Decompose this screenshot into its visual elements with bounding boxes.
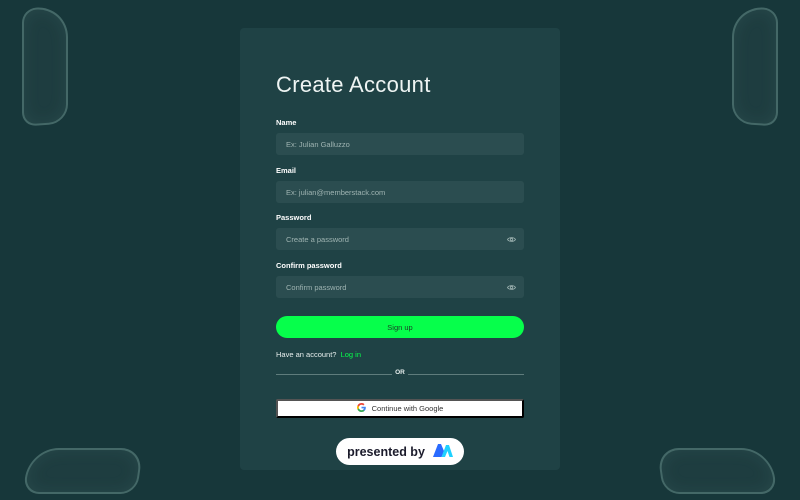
decorative-shape-top-left <box>22 5 68 127</box>
confirm-password-placeholder: Confirm password <box>286 282 347 292</box>
presented-by-text: presented by <box>347 444 425 459</box>
google-button-label: Continue with Google <box>371 404 444 413</box>
continue-with-google-button[interactable]: Continue with Google <box>276 399 524 418</box>
decorative-shape-bottom-left <box>22 448 144 494</box>
confirm-password-label: Confirm password <box>276 261 342 270</box>
memberstack-logo-icon <box>432 443 453 460</box>
password-label: Password <box>276 213 312 222</box>
decorative-shape-bottom-right <box>656 448 778 494</box>
decorative-shape-top-right <box>732 5 778 127</box>
signup-card: Create Account Name Ex: Julian Galluzzo … <box>240 28 560 470</box>
divider-line-right <box>408 374 524 375</box>
presented-by-badge[interactable]: presented by <box>336 438 464 465</box>
name-label: Name <box>276 118 297 127</box>
divider-line-left <box>276 374 392 375</box>
eye-icon[interactable] <box>506 234 516 244</box>
email-placeholder: Ex: julian@memberstack.com <box>286 187 386 197</box>
name-field[interactable]: Ex: Julian Galluzzo <box>276 133 524 155</box>
eye-icon[interactable] <box>506 282 516 292</box>
password-field[interactable]: Create a password <box>276 228 524 250</box>
form-title: Create Account <box>276 72 431 97</box>
login-link[interactable]: Log in <box>341 350 361 359</box>
confirm-password-field[interactable]: Confirm password <box>276 276 524 298</box>
email-label: Email <box>276 166 297 175</box>
or-text: OR <box>395 369 405 376</box>
or-divider: OR <box>276 369 524 379</box>
have-account-row: Have an account? Log in <box>276 350 361 359</box>
have-account-text: Have an account? <box>276 350 337 359</box>
google-icon <box>356 403 366 414</box>
password-placeholder: Create a password <box>286 234 349 244</box>
email-field[interactable]: Ex: julian@memberstack.com <box>276 181 524 203</box>
signup-button[interactable]: Sign up <box>276 316 524 338</box>
name-placeholder: Ex: Julian Galluzzo <box>286 139 350 149</box>
